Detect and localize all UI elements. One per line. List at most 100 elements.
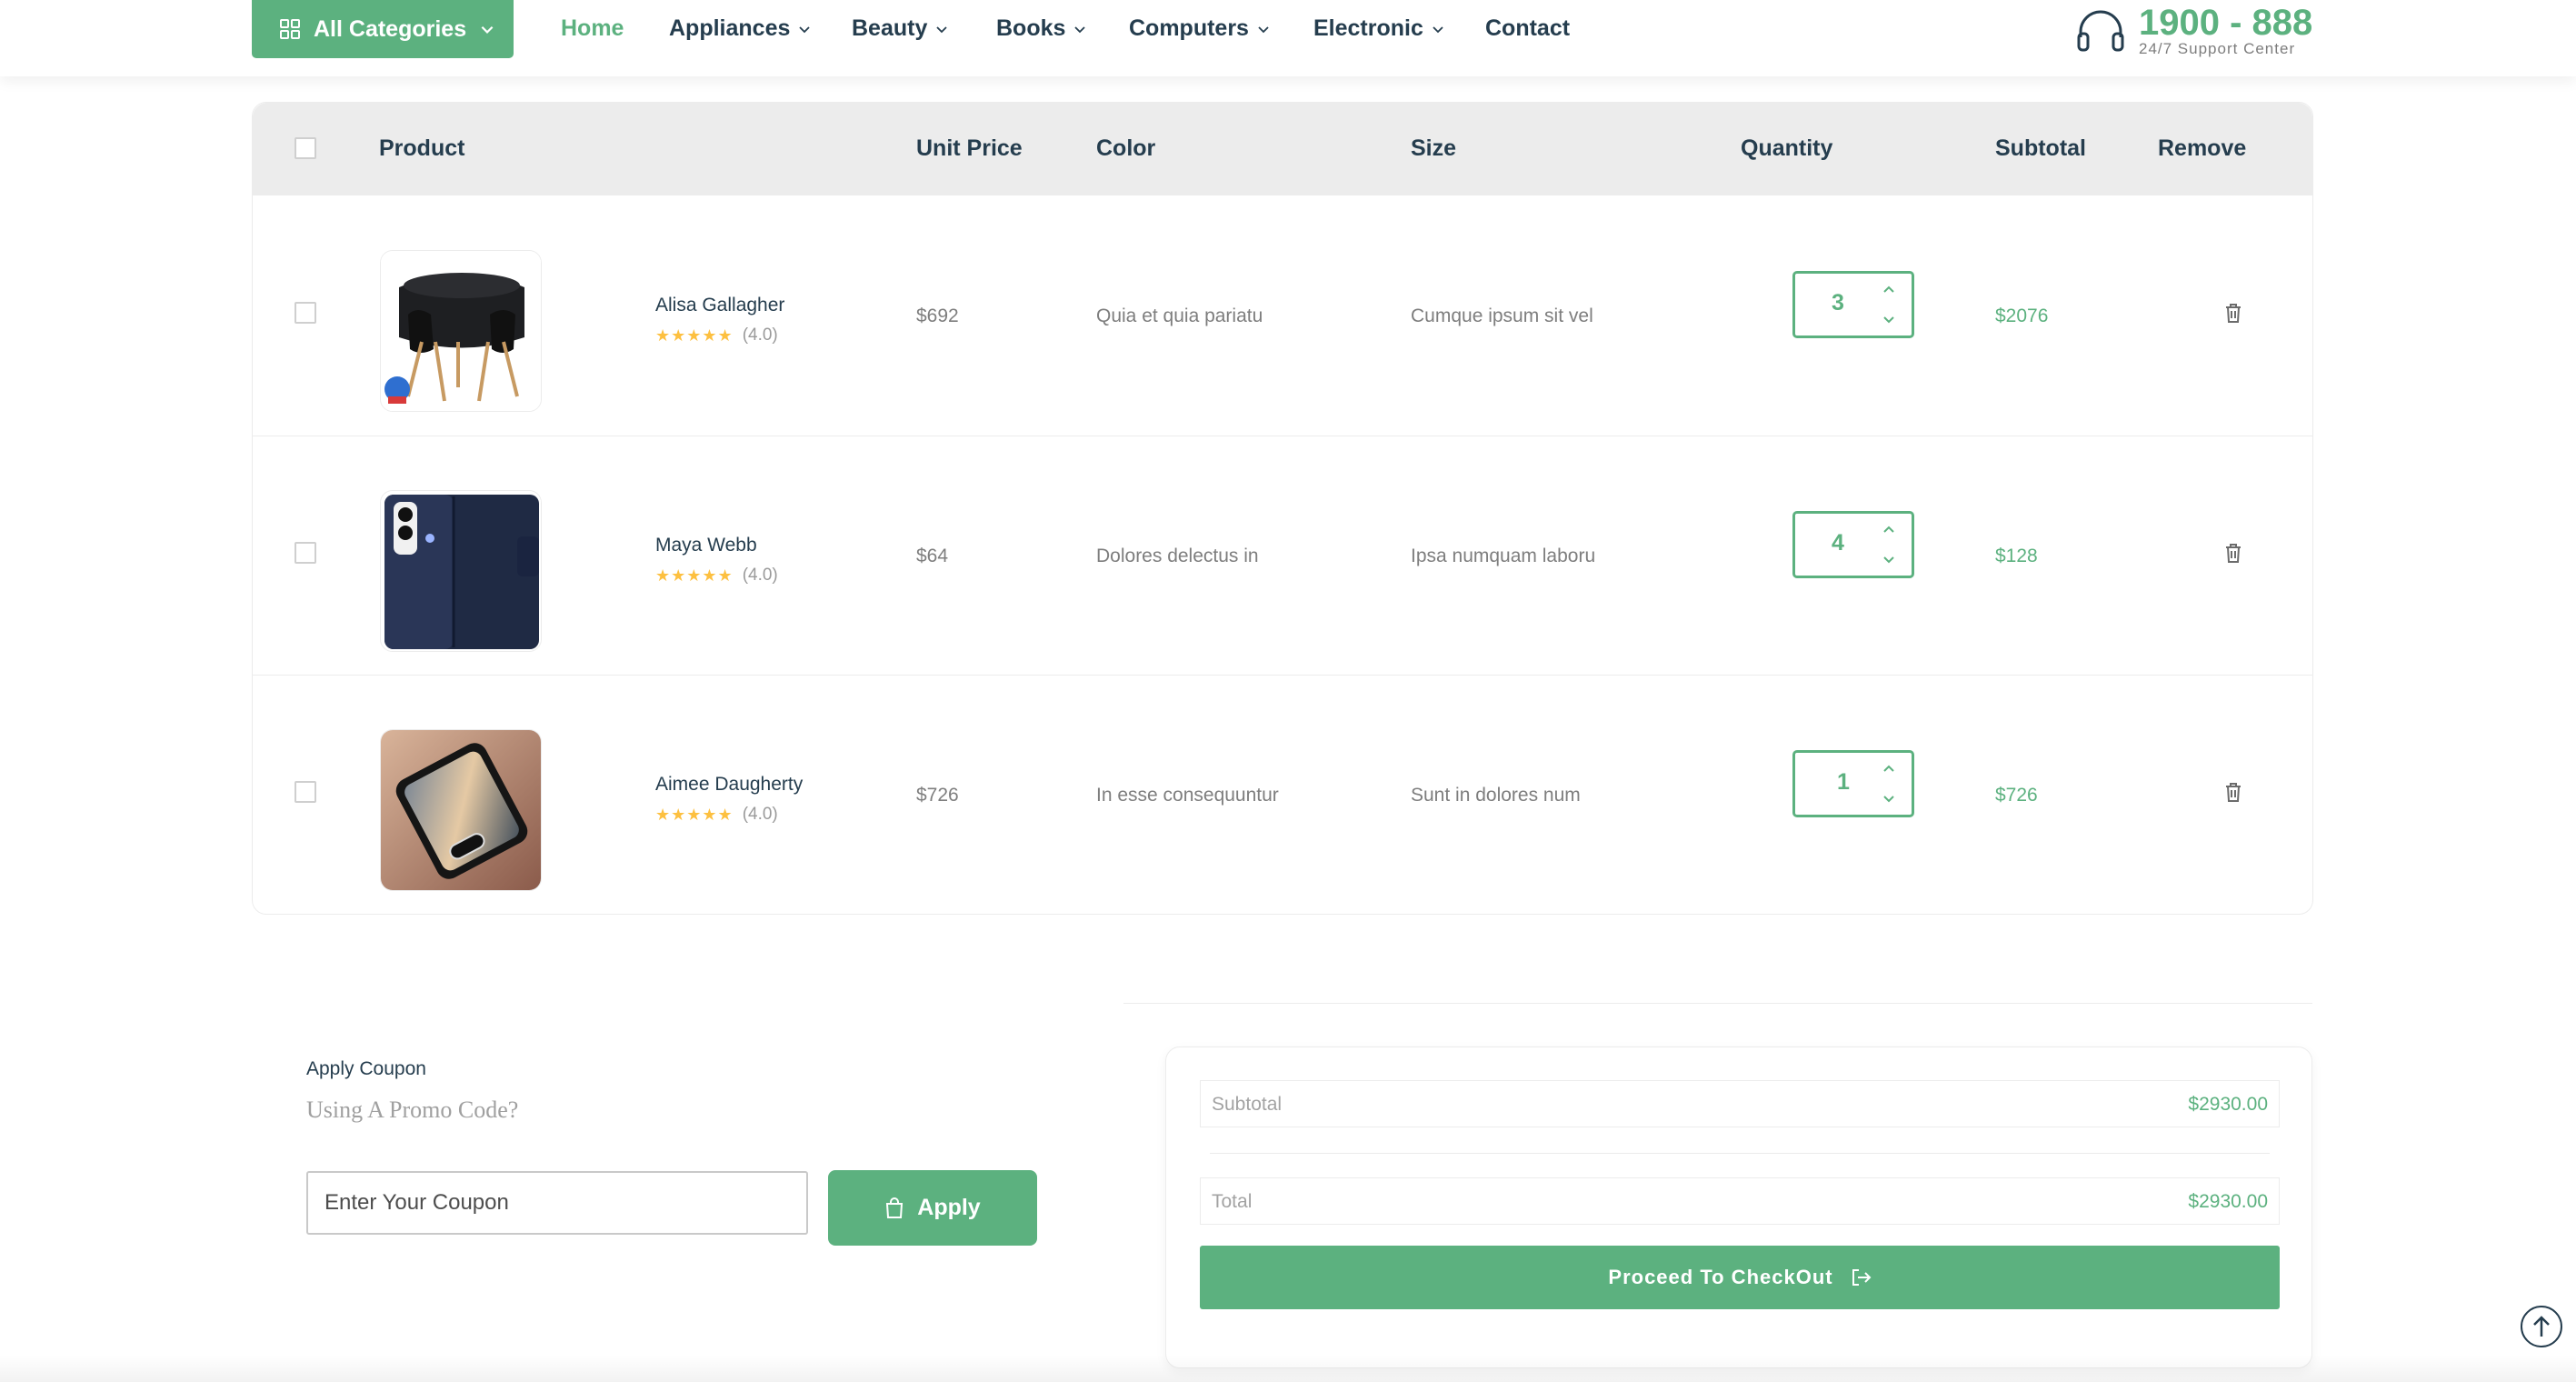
header-size: Size: [1411, 135, 1457, 161]
row-checkbox[interactable]: [295, 542, 316, 564]
header-unit-price: Unit Price: [916, 135, 1023, 161]
chevron-down-icon: [799, 25, 811, 33]
quantity-stepper[interactable]: 3: [1792, 271, 1914, 338]
quantity-stepper[interactable]: 1: [1792, 750, 1914, 817]
nav-computers-label: Computers: [1129, 15, 1249, 41]
quantity-stepper[interactable]: 4: [1792, 511, 1914, 578]
table-row: Alisa Gallagher ★★★★★ (4.0) $692 Quia et…: [253, 196, 2312, 436]
chevron-up-icon[interactable]: [1881, 523, 1897, 536]
rating-value: (4.0): [742, 325, 778, 345]
chevron-down-icon: [1433, 25, 1443, 33]
grid-icon: [280, 19, 300, 39]
clear-phone-case-image: [381, 730, 541, 890]
proceed-to-checkout-button[interactable]: Proceed To CheckOut: [1200, 1246, 2280, 1309]
unit-price: $726: [916, 785, 959, 806]
select-all-checkbox[interactable]: [295, 137, 316, 159]
row-subtotal: $726: [1995, 785, 2038, 806]
rating-value: (4.0): [742, 805, 778, 824]
quantity-value[interactable]: 4: [1832, 530, 1844, 556]
product-name[interactable]: Maya Webb: [655, 535, 757, 556]
quantity-value[interactable]: 3: [1832, 290, 1844, 316]
table-header: Product Unit Price Color Size Quantity S…: [253, 103, 2312, 195]
coupon-title: Apply Coupon: [306, 1058, 426, 1079]
chevron-down-icon[interactable]: [1881, 793, 1897, 806]
nav-electronic-label: Electronic: [1313, 15, 1423, 41]
divider: [1123, 1003, 2312, 1004]
phone-wallet-case-image: [381, 491, 541, 651]
apply-coupon-button[interactable]: Apply: [828, 1170, 1037, 1246]
nav-computers[interactable]: Computers: [1129, 15, 1271, 42]
nav-beauty-label: Beauty: [852, 15, 928, 41]
apply-label: Apply: [917, 1195, 981, 1220]
product-color: Dolores delectus in: [1096, 546, 1259, 566]
star-rating-icon: ★★★★★: [655, 325, 734, 345]
total-value: $2930.00: [2188, 1191, 2268, 1212]
all-categories-label: All Categories: [314, 15, 467, 42]
support-center: 1900 - 888 24/7 Support Center: [2075, 4, 2312, 58]
trash-icon[interactable]: [2223, 542, 2243, 564]
support-label: 24/7 Support Center: [2139, 40, 2296, 57]
product-name[interactable]: Alisa Gallagher: [655, 295, 784, 316]
unit-price: $692: [916, 305, 959, 326]
product-image[interactable]: [380, 250, 542, 412]
product-rating: ★★★★★ (4.0): [655, 325, 778, 346]
unit-price: $64: [916, 546, 949, 566]
row-checkbox[interactable]: [295, 781, 316, 803]
coupon-input[interactable]: [306, 1171, 808, 1235]
scroll-to-top-button[interactable]: [2521, 1306, 2562, 1347]
nav-books-label: Books: [996, 15, 1066, 41]
table-row: Aimee Daugherty ★★★★★ (4.0) $726 In esse…: [253, 675, 2312, 914]
total-label: Total: [1212, 1191, 1253, 1212]
nav-appliances[interactable]: Appliances: [669, 15, 812, 42]
chevron-down-icon: [936, 25, 948, 33]
chevron-down-icon: [481, 25, 494, 34]
row-subtotal: $2076: [1995, 305, 2049, 326]
chevron-down-icon[interactable]: [1881, 314, 1897, 326]
product-rating: ★★★★★ (4.0): [655, 805, 778, 825]
top-navbar: All Categories Home Appliances Beauty Bo…: [0, 0, 2576, 76]
product-image[interactable]: [380, 490, 542, 652]
header-product: Product: [379, 135, 465, 161]
quantity-value[interactable]: 1: [1837, 769, 1850, 796]
all-categories-button[interactable]: All Categories: [252, 0, 514, 58]
nav-appliances-label: Appliances: [669, 15, 791, 41]
coupon-subtitle: Using A Promo Code?: [306, 1097, 519, 1123]
header-subtotal: Subtotal: [1995, 135, 2086, 161]
chevron-up-icon[interactable]: [1881, 762, 1897, 775]
nav-beauty[interactable]: Beauty: [852, 15, 949, 42]
cart-table: Product Unit Price Color Size Quantity S…: [252, 102, 2313, 915]
row-checkbox[interactable]: [295, 302, 316, 324]
header-remove: Remove: [2158, 135, 2247, 161]
table-row: Maya Webb ★★★★★ (4.0) $64 Dolores delect…: [253, 436, 2312, 675]
product-color: Quia et quia pariatu: [1096, 305, 1263, 326]
nav-electronic[interactable]: Electronic: [1313, 15, 1445, 42]
chevron-down-icon: [1074, 25, 1086, 33]
cart-totals: Subtotal $2930.00 Total $2930.00 Proceed…: [1165, 1047, 2312, 1368]
product-name[interactable]: Aimee Daugherty: [655, 774, 803, 796]
star-rating-icon: ★★★★★: [655, 566, 734, 585]
nav-contact[interactable]: Contact: [1485, 15, 1570, 42]
product-size: Ipsa numquam laboru: [1411, 546, 1596, 566]
header-color: Color: [1096, 135, 1156, 161]
star-rating-icon: ★★★★★: [655, 805, 734, 824]
header-quantity: Quantity: [1741, 135, 1833, 161]
total-row: Total $2930.00: [1200, 1177, 2280, 1225]
shopping-bag-icon: [886, 1197, 904, 1218]
chevron-down-icon: [1258, 25, 1269, 33]
trash-icon[interactable]: [2223, 781, 2243, 803]
bottom-shadow: [0, 1355, 2576, 1382]
sign-out-icon: [1852, 1269, 1872, 1286]
nav-contact-label: Contact: [1485, 15, 1571, 41]
subtotal-row: Subtotal $2930.00: [1200, 1080, 2280, 1127]
chevron-down-icon[interactable]: [1881, 554, 1897, 566]
divider: [1210, 1153, 2270, 1154]
nav-home[interactable]: Home: [561, 15, 624, 42]
nav-home-label: Home: [561, 15, 624, 41]
nav-books[interactable]: Books: [996, 15, 1087, 42]
chevron-up-icon[interactable]: [1881, 283, 1897, 295]
trash-icon[interactable]: [2223, 302, 2243, 324]
product-size: Sunt in dolores num: [1411, 785, 1581, 806]
product-image[interactable]: [380, 729, 542, 891]
arrow-up-icon: [2533, 1316, 2550, 1337]
row-subtotal: $128: [1995, 546, 2038, 566]
